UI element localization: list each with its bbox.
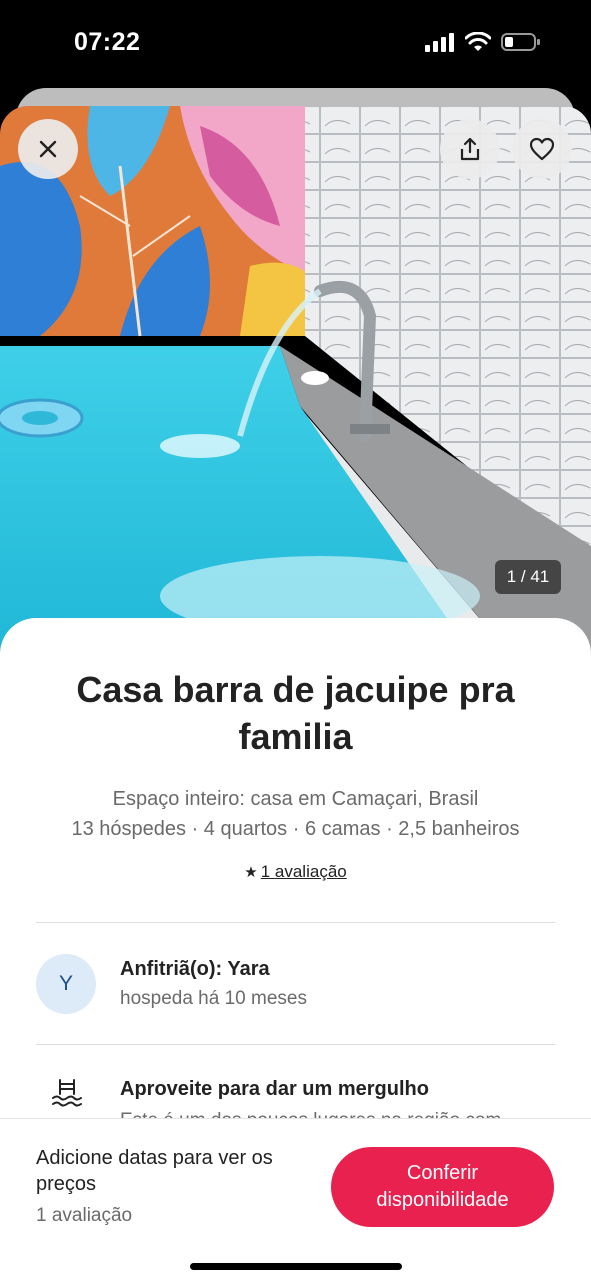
host-name: Anfitriã(o): Yara [120,958,270,980]
host-avatar[interactable]: Y [36,954,96,1014]
booking-bar: Adicione datas para ver os preços 1 aval… [0,1118,591,1280]
reviews-link[interactable]: 1 avaliação [261,862,347,881]
status-bar: 07:22 [0,0,591,88]
host-section[interactable]: Y Anfitriã(o): Yara hospeda há 10 meses [36,954,555,1014]
status-icons [425,32,541,52]
rating-row: ★ 1 avaliação [0,862,591,882]
home-indicator[interactable] [190,1263,402,1270]
share-button[interactable] [440,119,500,179]
favorite-button[interactable] [512,119,572,179]
divider [36,922,555,923]
heart-icon [529,137,555,161]
battery-icon [501,33,540,51]
listing-title: Casa barra de jacuipe pra familia [76,669,515,757]
pool-icon [52,1079,82,1107]
star-icon: ★ [244,864,258,881]
close-icon [39,140,57,158]
check-availability-button[interactable]: Conferir disponibilidade [331,1147,554,1227]
feature-title: Aproveite para dar um mergulho [120,1078,429,1100]
photo-counter: 1 / 41 [495,560,561,594]
price-prompt: Adicione datas para ver os preços [36,1147,273,1195]
booking-reviews-count: 1 avaliação [36,1205,133,1226]
listing-capacity: 13 hóspedes · 4 quartos · 6 camas · 2,5 … [71,818,520,840]
listing-subtitle: Espaço inteiro: casa em Camaçari, Brasil… [20,784,571,844]
host-since: hospeda há 10 meses [120,988,307,1009]
listing-location: Espaço inteiro: casa em Camaçari, Brasil [112,788,479,810]
status-time: 07:22 [74,28,141,56]
divider [36,1044,555,1045]
share-icon [460,137,480,161]
close-button[interactable] [18,119,78,179]
wifi-icon [465,32,491,51]
signal-icon [425,33,454,52]
